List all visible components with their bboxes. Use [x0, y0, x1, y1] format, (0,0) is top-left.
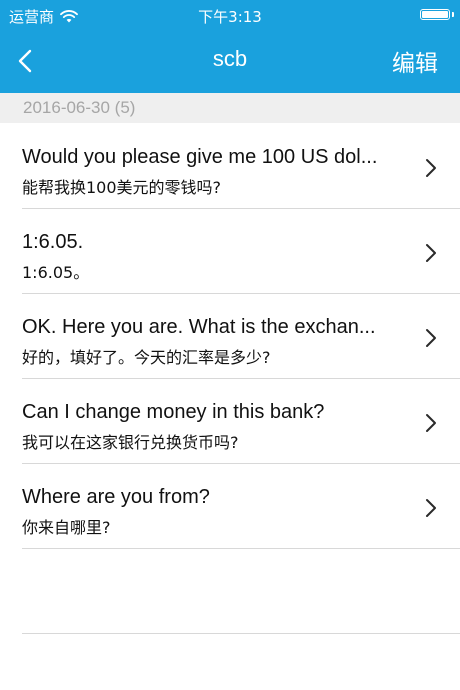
edit-button[interactable]: 编辑 [392, 44, 438, 78]
status-bar: 运营商 下午3:13 [0, 0, 460, 30]
phrase-english: Where are you from? [22, 486, 210, 508]
chevron-right-icon [426, 244, 436, 262]
phrase-english: OK. Here you are. What is the exchan... [22, 316, 376, 338]
phrase-chinese: 你来自哪里? [22, 518, 111, 537]
list-item[interactable]: Can I change money in this bank? 我可以在这家银… [22, 379, 460, 464]
list-item[interactable]: OK. Here you are. What is the exchan... … [22, 294, 460, 379]
list-item[interactable]: Where are you from? 你来自哪里? [22, 464, 460, 549]
empty-row [22, 549, 460, 634]
status-time: 下午3:13 [198, 8, 262, 26]
phrase-english: Can I change money in this bank? [22, 401, 325, 423]
phrase-chinese: 好的，填好了。今天的汇率是多少? [22, 348, 271, 367]
phrase-chinese: 能帮我换100美元的零钱吗? [22, 178, 222, 197]
phrase-list: Would you please give me 100 US dol... 能… [0, 124, 460, 634]
navigation-bar: scb 编辑 [0, 30, 460, 93]
battery-icon [420, 9, 454, 20]
chevron-right-icon [426, 414, 436, 432]
top-bar: 运营商 下午3:13 scb 编辑 [0, 0, 460, 93]
chevron-right-icon [426, 329, 436, 347]
page-title: scb [212, 46, 248, 71]
list-item[interactable]: 1:6.05. 1:6.05。 [22, 209, 460, 294]
list-item[interactable]: Would you please give me 100 US dol... 能… [22, 124, 460, 209]
section-date-header: 2016-06-30 (5) [0, 93, 460, 123]
chevron-right-icon [426, 159, 436, 177]
phrase-english: 1:6.05. [22, 231, 84, 253]
battery-tip [452, 12, 454, 17]
phrase-english: Would you please give me 100 US dol... [22, 146, 378, 168]
app-screen: 运营商 下午3:13 scb 编辑 2016-06-30 (5) Would y… [0, 0, 460, 690]
phrase-chinese: 我可以在这家银行兑换货币吗? [22, 433, 239, 452]
battery-level [422, 11, 448, 18]
phrase-chinese: 1:6.05。 [22, 263, 90, 282]
chevron-right-icon [426, 499, 436, 517]
